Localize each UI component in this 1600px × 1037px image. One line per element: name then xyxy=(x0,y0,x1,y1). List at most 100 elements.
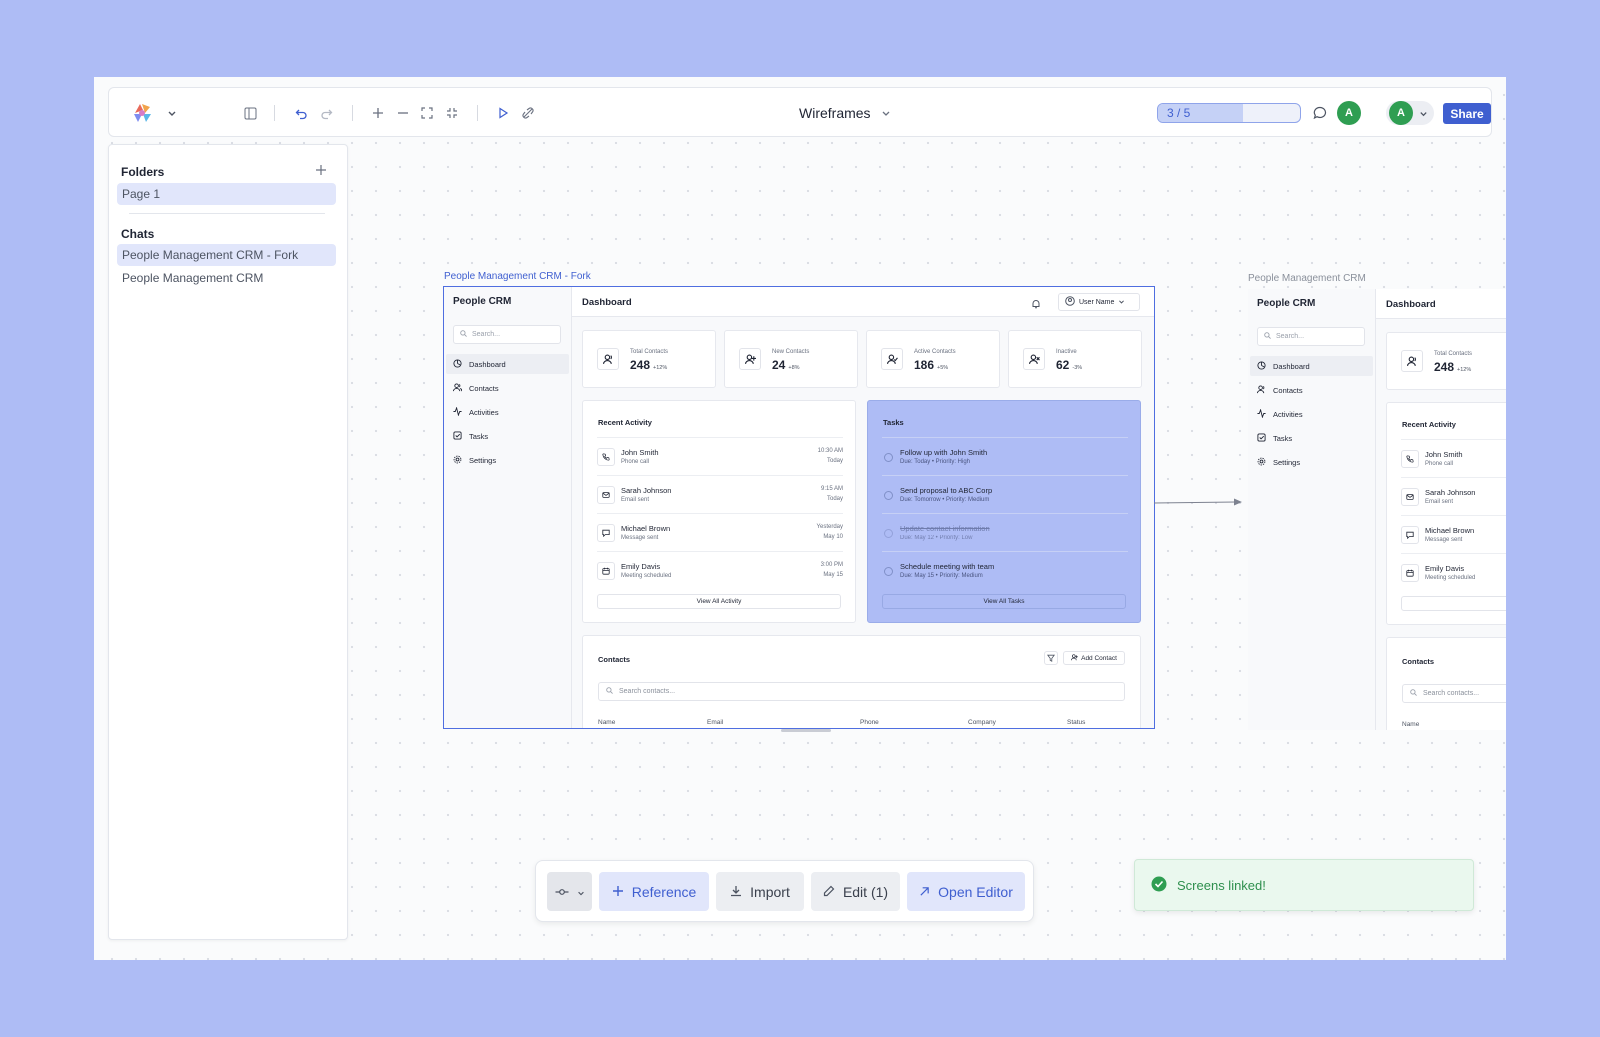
stat-label: Inactive xyxy=(1056,349,1077,355)
activity-row[interactable]: John Smith Phone call 10:30 AM Today xyxy=(597,437,843,475)
sidebar-toggle-icon[interactable] xyxy=(240,88,260,138)
nav-item-activities[interactable]: Activities xyxy=(1250,404,1373,424)
activity-name: John Smith xyxy=(1425,450,1463,459)
share-button[interactable]: Share xyxy=(1443,103,1491,124)
user-icon xyxy=(1065,296,1075,308)
collaborator-avatar[interactable]: A xyxy=(1337,101,1361,125)
nav-item-dashboard[interactable]: Dashboard xyxy=(446,354,569,374)
import-button[interactable]: Import xyxy=(716,872,804,911)
view-all-activity-button[interactable] xyxy=(1401,596,1506,611)
task-title: Schedule meeting with team xyxy=(900,562,995,571)
frame-crm-fork[interactable]: People CRM Search... Dashboard Contacts … xyxy=(443,286,1155,729)
checkbox-icon xyxy=(453,430,462,442)
open-editor-button[interactable]: Open Editor xyxy=(907,872,1025,911)
nav-item-settings[interactable]: Settings xyxy=(1250,452,1373,472)
document-title-menu[interactable]: Wireframes xyxy=(799,88,891,138)
chat-item-fork[interactable]: People Management CRM - Fork xyxy=(117,244,336,266)
task-row[interactable]: Schedule meeting with team Due: May 15 • … xyxy=(882,551,1128,589)
stat-card-new: New Contacts 24 +8% xyxy=(724,330,858,388)
app-logo-icon[interactable] xyxy=(129,88,155,138)
activity-row[interactable]: Sarah Johnson Email sent xyxy=(1401,477,1506,515)
activity-name: John Smith xyxy=(621,448,659,457)
task-meta: Due: Today • Priority: High xyxy=(900,459,971,465)
activity-row[interactable]: Emily Davis Meeting scheduled 3:00 PM Ma… xyxy=(597,551,843,589)
folder-item-page-1[interactable]: Page 1 xyxy=(117,183,336,205)
task-checkbox[interactable] xyxy=(884,453,893,462)
activity-row[interactable]: Sarah Johnson Email sent 9:15 AM Today xyxy=(597,475,843,513)
zoom-out-icon[interactable] xyxy=(393,88,413,138)
nav-item-activities[interactable]: Activities xyxy=(446,402,569,422)
crm-sidebar: People CRM Search... Dashboard Contacts … xyxy=(444,287,572,728)
nav-item-settings[interactable]: Settings xyxy=(446,450,569,470)
nav-item-dashboard[interactable]: Dashboard xyxy=(1250,356,1373,376)
nav-item-tasks[interactable]: Tasks xyxy=(446,426,569,446)
redo-icon[interactable] xyxy=(316,88,336,138)
view-all-tasks-button[interactable]: View All Tasks xyxy=(882,594,1126,609)
bell-icon[interactable] xyxy=(1031,296,1041,314)
contacts-card: Contacts Search contacts... Name xyxy=(1386,637,1506,730)
nav-item-tasks[interactable]: Tasks xyxy=(1250,428,1373,448)
collapse-icon[interactable] xyxy=(442,88,462,138)
chat-item-crm[interactable]: People Management CRM xyxy=(117,267,336,289)
activity-row[interactable]: Emily Davis Meeting scheduled xyxy=(1401,553,1506,591)
crm-page-title: Dashboard xyxy=(582,297,632,308)
undo-icon[interactable] xyxy=(291,88,311,138)
task-checkbox[interactable] xyxy=(884,567,893,576)
play-icon[interactable] xyxy=(493,88,513,138)
stat-value: 24 xyxy=(772,358,786,372)
comment-icon[interactable] xyxy=(1310,88,1330,138)
users-icon xyxy=(597,348,619,370)
contacts-search-input[interactable]: Search contacts... xyxy=(598,682,1125,701)
view-all-activity-button[interactable]: View All Activity xyxy=(597,594,841,609)
reference-button[interactable]: Reference xyxy=(599,872,709,911)
crm-user-menu[interactable]: User Name xyxy=(1058,293,1140,311)
frame-label-original[interactable]: People Management CRM xyxy=(1248,273,1366,284)
chevron-down-icon[interactable] xyxy=(165,88,179,138)
task-checkbox[interactable] xyxy=(884,529,893,538)
search-icon xyxy=(606,687,613,696)
crm-search-input[interactable]: Search... xyxy=(1257,327,1365,346)
edit-button[interactable]: Edit (1) xyxy=(811,872,900,911)
folders-heading: Folders xyxy=(121,165,165,179)
task-row[interactable]: Update contact information Due: May 12 • … xyxy=(882,513,1128,551)
nav-item-contacts[interactable]: Contacts xyxy=(446,378,569,398)
filter-icon[interactable] xyxy=(1044,651,1058,665)
activity-type: Message sent xyxy=(1425,537,1463,543)
column-header-company: Company xyxy=(968,719,996,726)
bottom-action-bar: Reference Import Edit (1) Open Editor xyxy=(535,860,1034,922)
stat-card-total: Total Contacts 248 +12% xyxy=(582,330,716,388)
crm-app-name: People CRM xyxy=(1257,298,1316,309)
fit-screen-icon[interactable] xyxy=(417,88,437,138)
search-placeholder: Search... xyxy=(1276,333,1305,340)
activity-row[interactable]: Michael Brown Message sent Yesterday May… xyxy=(597,513,843,551)
link-mode-button[interactable] xyxy=(547,872,592,911)
nav-item-contacts[interactable]: Contacts xyxy=(1250,380,1373,400)
activity-icon xyxy=(453,405,462,418)
activity-name: Michael Brown xyxy=(1425,526,1475,535)
activity-type: Phone call xyxy=(621,459,650,465)
add-folder-icon[interactable] xyxy=(315,163,327,181)
nav-label: Settings xyxy=(1273,457,1301,467)
stat-change: +5% xyxy=(937,365,949,371)
task-checkbox[interactable] xyxy=(884,491,893,500)
contacts-search-input[interactable]: Search contacts... xyxy=(1402,684,1506,703)
screens-progress: 3 / 5 xyxy=(1157,103,1301,123)
frame-label-fork[interactable]: People Management CRM - Fork xyxy=(444,271,591,282)
crm-search-input[interactable]: Search... xyxy=(453,325,561,344)
external-link-icon xyxy=(919,884,930,900)
frame-crm-original[interactable]: People CRM Search... Dashboard Contacts … xyxy=(1248,289,1506,730)
gear-icon xyxy=(453,455,462,466)
nav-label: Settings xyxy=(469,455,497,465)
zoom-in-icon[interactable] xyxy=(368,88,388,138)
task-meta: Due: May 12 • Priority: Low xyxy=(900,535,973,541)
frame-resize-handle[interactable] xyxy=(781,729,831,732)
add-contact-button[interactable]: Add Contact xyxy=(1063,651,1125,665)
activity-row[interactable]: John Smith Phone call xyxy=(1401,439,1506,477)
unlink-icon[interactable] xyxy=(518,88,538,138)
task-row[interactable]: Follow up with John Smith Due: Today • Pr… xyxy=(882,437,1128,475)
chevron-down-icon xyxy=(1416,88,1430,138)
activity-name: Emily Davis xyxy=(1425,564,1465,573)
task-row[interactable]: Send proposal to ABC Corp Due: Tomorrow •… xyxy=(882,475,1128,513)
activity-row[interactable]: Michael Brown Message sent xyxy=(1401,515,1506,553)
nav-label: Activities xyxy=(469,407,499,417)
